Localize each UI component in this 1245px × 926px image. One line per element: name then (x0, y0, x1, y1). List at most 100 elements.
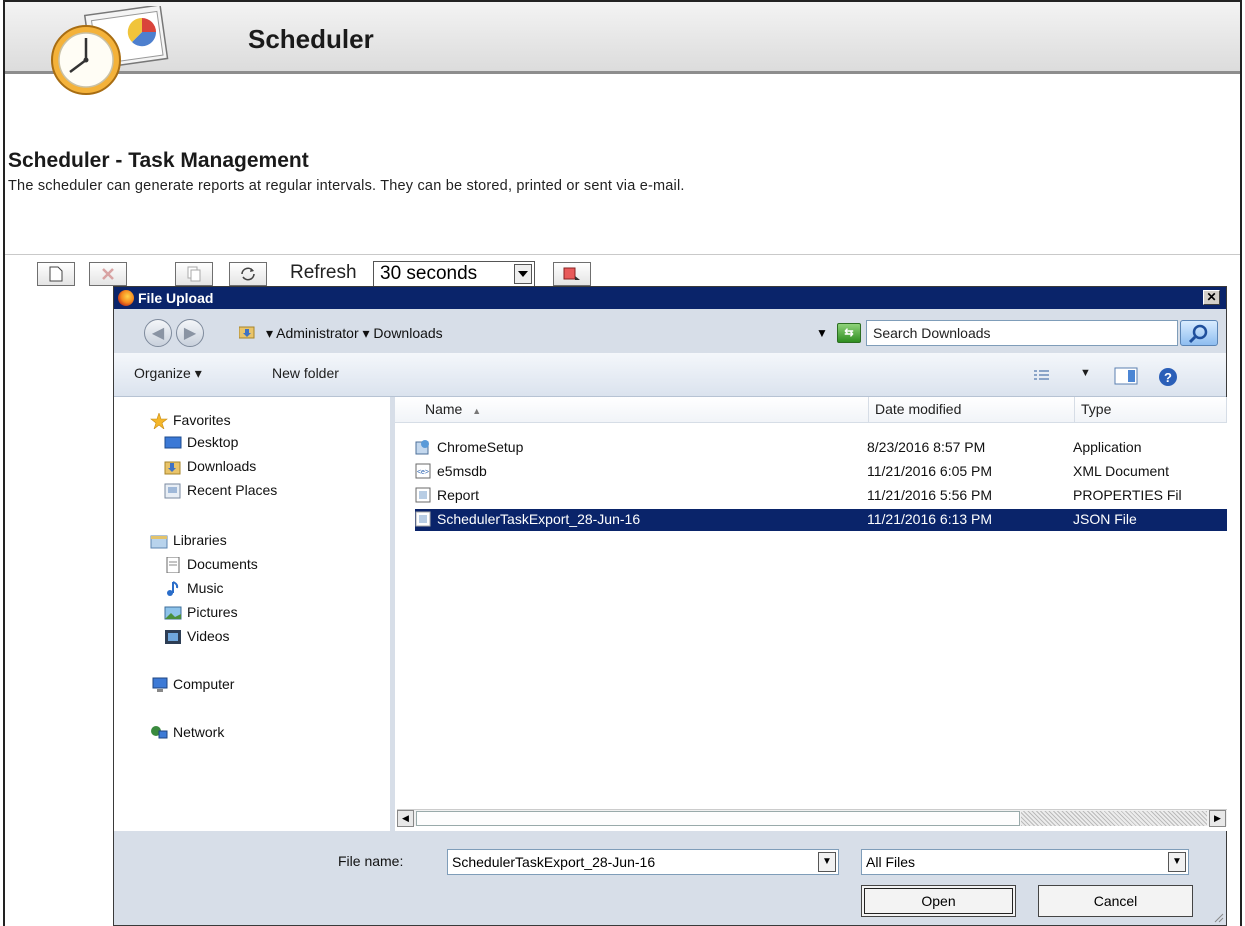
address-bar[interactable]: ▾ Administrator ▾ Downloads (236, 321, 836, 345)
dialog-titlebar: File Upload ✕ (114, 287, 1226, 309)
close-icon[interactable]: ✕ (1203, 290, 1220, 305)
back-arrow-icon[interactable]: ◀ (144, 319, 172, 347)
desktop-icon (164, 436, 182, 449)
delete-task-button[interactable] (89, 262, 127, 286)
copy-task-button[interactable] (175, 262, 213, 286)
svg-text:?: ? (1164, 370, 1172, 385)
scrollbar-thumb[interactable] (416, 811, 1020, 826)
refresh-interval-value: 30 seconds (380, 263, 478, 284)
svg-text:<e>: <e> (417, 469, 429, 476)
file-name-input[interactable]: SchedulerTaskExport_28-Jun-16 ▼ (447, 849, 839, 875)
computer-icon (152, 677, 168, 692)
file-type-filter-value: All Files (866, 854, 916, 870)
export-icon (563, 267, 580, 280)
refresh-interval-select[interactable]: 30 seconds (373, 261, 535, 287)
chevron-down-icon[interactable] (514, 264, 532, 284)
new-task-button[interactable] (37, 262, 75, 286)
file-date: 11/21/2016 6:13 PM (867, 511, 993, 527)
nav-label: Libraries (173, 532, 227, 548)
chevron-down-icon[interactable]: ▼ (818, 852, 836, 872)
breadcrumb[interactable]: ▾ Administrator ▾ Downloads (266, 321, 443, 345)
file-date: 11/21/2016 5:56 PM (867, 487, 993, 503)
installer-icon (415, 440, 429, 455)
copy-icon (187, 266, 201, 282)
column-name-label: Name (425, 401, 463, 417)
file-type: XML Document (1073, 463, 1169, 479)
new-document-icon (49, 266, 63, 282)
horizontal-scrollbar[interactable]: ◀ ▶ (397, 809, 1227, 827)
xml-file-icon: <e> (415, 463, 431, 479)
network-icon (151, 726, 168, 739)
file-row-selected[interactable]: SchedulerTaskExport_28-Jun-16 11/21/2016… (415, 509, 1227, 531)
column-header-name[interactable]: Name ▲ (395, 397, 869, 423)
file-upload-dialog: File Upload ✕ ◀ ▶ ▾ Administrator ▾ Down… (113, 286, 1227, 926)
pictures-icon (164, 606, 182, 620)
refresh-icon (241, 267, 255, 281)
file-type: JSON File (1073, 511, 1137, 527)
recent-places-icon (164, 483, 181, 499)
file-date: 11/21/2016 6:05 PM (867, 463, 993, 479)
nav-label: Music (187, 580, 224, 596)
firefox-icon (118, 290, 134, 306)
libraries-icon (150, 535, 168, 549)
file-type-filter[interactable]: All Files ▼ (861, 849, 1189, 875)
nav-label: Desktop (187, 434, 239, 450)
file-name: SchedulerTaskExport_28-Jun-16 (437, 511, 641, 527)
star-icon (150, 413, 168, 429)
refresh-button[interactable] (229, 262, 267, 286)
column-header-type[interactable]: Type (1075, 397, 1227, 423)
file-name-value: SchedulerTaskExport_28-Jun-16 (452, 854, 656, 870)
file-name: Report (437, 487, 480, 503)
open-button[interactable]: Open (861, 885, 1016, 917)
organize-button[interactable]: Organize ▾ (134, 365, 202, 382)
delete-x-icon (102, 268, 114, 280)
view-options-icon[interactable] (1032, 367, 1052, 383)
preview-pane-icon[interactable] (1114, 367, 1138, 385)
nav-label: Network (173, 724, 225, 740)
cancel-button[interactable]: Cancel (1038, 885, 1193, 917)
header-divider (5, 254, 1240, 255)
section-title: Scheduler - Task Management (8, 149, 309, 172)
scheduler-clock-icon (51, 6, 169, 95)
sort-ascending-icon: ▲ (472, 406, 482, 416)
music-note-icon (167, 581, 179, 596)
navigation-bar: ◀ ▶ ▾ Administrator ▾ Downloads ▼ ⇆ Sear… (114, 309, 1226, 353)
section-description: The scheduler can generate reports at re… (8, 178, 685, 194)
scroll-right-icon[interactable]: ▶ (1209, 810, 1226, 827)
view-dropdown-icon[interactable]: ▼ (1080, 367, 1091, 379)
downloads-folder-icon (164, 461, 181, 475)
column-type-label: Type (1081, 401, 1112, 417)
file-name: e5msdb (437, 463, 487, 479)
file-date: 8/23/2016 8:57 PM (867, 439, 986, 455)
column-header-date[interactable]: Date modified (869, 397, 1075, 423)
search-icon[interactable] (1180, 320, 1218, 346)
json-file-icon (415, 511, 431, 527)
refresh-label: Refresh (290, 262, 357, 283)
videos-icon (165, 630, 181, 644)
new-folder-button[interactable]: New folder (272, 365, 339, 381)
refresh-arrows-icon[interactable]: ⇆ (837, 323, 861, 343)
export-button[interactable] (553, 262, 591, 286)
file-row[interactable]: ChromeSetup 8/23/2016 8:57 PM Applicatio… (415, 437, 1227, 459)
file-row[interactable]: <e> e5msdb 11/21/2016 6:05 PM XML Docume… (415, 461, 1227, 483)
scrollbar-track (1021, 811, 1207, 826)
file-row[interactable]: Report 11/21/2016 5:56 PM PROPERTIES Fil (415, 485, 1227, 507)
file-list: Name ▲ Date modified Type ChromeSetup 8/… (395, 397, 1227, 831)
scheduler-page: Scheduler Scheduler - Task Management Th… (0, 0, 1245, 926)
column-date-label: Date modified (875, 401, 962, 417)
documents-icon (166, 557, 180, 573)
chevron-down-icon[interactable]: ▼ (1168, 852, 1186, 872)
forward-arrow-icon[interactable]: ▶ (176, 319, 204, 347)
nav-label: Downloads (187, 458, 257, 474)
help-icon[interactable]: ? (1158, 367, 1178, 387)
nav-label: Documents (187, 556, 258, 572)
nav-label: Recent Places (187, 482, 278, 498)
search-input[interactable]: Search Downloads (866, 320, 1178, 346)
resize-grip-icon[interactable] (1212, 911, 1224, 923)
scroll-left-icon[interactable]: ◀ (397, 810, 414, 827)
properties-file-icon (415, 487, 431, 503)
nav-label: Favorites (173, 412, 231, 428)
address-dropdown-icon[interactable]: ▼ (816, 321, 828, 345)
app-header: Scheduler (5, 2, 1240, 74)
search-placeholder: Search Downloads (873, 325, 991, 341)
